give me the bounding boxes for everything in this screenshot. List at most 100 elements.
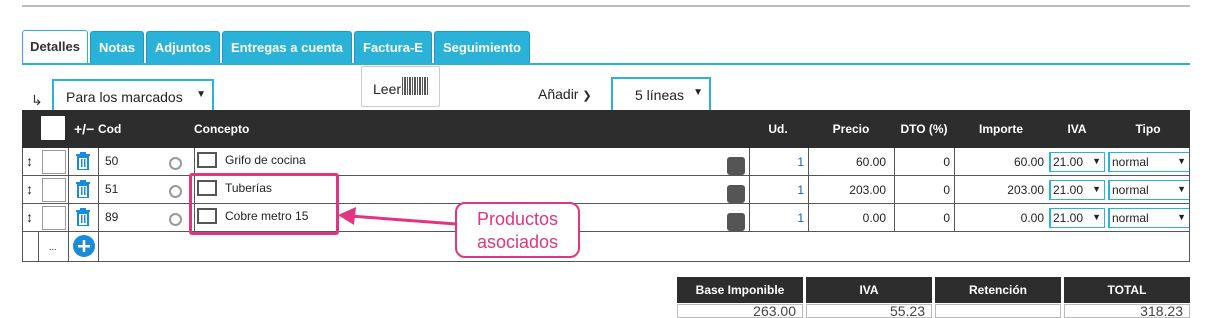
ud-value: 1 [797, 155, 804, 169]
delete-cell [68, 148, 98, 175]
cod-value: 89 [105, 210, 119, 224]
totals-base-value: 263.00 [677, 304, 803, 318]
chevron-down-icon: ▼ [1177, 184, 1186, 194]
search-icon[interactable] [727, 157, 745, 175]
tab-seguimiento[interactable]: Seguimiento [434, 31, 530, 64]
cod-value: 51 [105, 182, 119, 196]
importe-value: 0.00 [1020, 211, 1044, 225]
concepto-cell: Grifo de cocina [194, 148, 749, 175]
precio-value: 60.00 [855, 155, 886, 169]
trash-icon[interactable] [75, 152, 91, 170]
dto-cell[interactable]: 0 [894, 148, 954, 175]
associated-products-highlight [189, 173, 339, 235]
concepto-value: Grifo de cocina [225, 153, 306, 167]
table-row: ↕ 50 Grifo de cocina 1 60.00 0 60.00 21.… [22, 148, 1190, 176]
tipo-select[interactable]: normal ▼ [1108, 180, 1190, 200]
dto-value: 0 [943, 155, 950, 169]
totals-retencion-value [935, 304, 1061, 318]
precio-cell[interactable]: 60.00 [808, 148, 894, 175]
dto-value: 0 [943, 183, 950, 197]
search-icon[interactable] [727, 185, 745, 203]
ud-cell[interactable]: 1 [749, 176, 808, 203]
totals-header-base: Base Imponible [677, 277, 803, 303]
bulk-action-select[interactable]: Para los marcados ▼ [52, 79, 214, 113]
lines-value: 5 líneas [635, 87, 685, 103]
cod-cell: 89 [98, 204, 194, 231]
add-line-icon[interactable] [73, 235, 95, 257]
tab-factura-e[interactable]: Factura-E [354, 31, 432, 64]
row-checkbox[interactable] [42, 150, 66, 174]
ud-cell[interactable]: 1 [749, 148, 808, 175]
importe-value: 203.00 [1007, 183, 1044, 197]
totals-header-retencion: Retención [935, 277, 1061, 303]
drag-handle-icon[interactable]: ↕ [26, 153, 33, 169]
header-tipo: Tipo [1135, 122, 1161, 136]
leer-label: Leer [373, 81, 402, 97]
table-header: +/− Cod Concepto Ud. Precio DTO (%) Impo… [22, 110, 1190, 148]
delete-cell [68, 204, 98, 231]
precio-value: 203.00 [849, 183, 886, 197]
chevron-down-icon: ❯ [582, 90, 592, 102]
dto-cell[interactable]: 0 [894, 204, 954, 231]
tab-detalles[interactable]: Detalles [22, 30, 88, 65]
zoom-icon[interactable] [169, 213, 182, 226]
table-right-border [1189, 148, 1190, 261]
delete-cell [68, 176, 98, 203]
product-grid-icon[interactable] [197, 152, 217, 168]
drag-handle-icon[interactable]: ↕ [26, 209, 33, 225]
tab-entregas-a-cuenta[interactable]: Entregas a cuenta [222, 31, 352, 64]
callout-arrow-icon [338, 207, 457, 226]
tipo-value: normal [1112, 183, 1149, 197]
row-checkbox[interactable] [42, 206, 66, 230]
chevron-down-icon: ▼ [1092, 212, 1101, 222]
lines-select[interactable]: 5 líneas ▼ [611, 77, 711, 111]
iva-value: 21.00 [1053, 211, 1084, 225]
header-concepto: Concepto [194, 122, 250, 136]
leer-barcode-button[interactable]: Leer [361, 66, 440, 107]
chevron-down-icon: ▼ [196, 89, 206, 100]
chevron-down-icon: ▼ [693, 87, 703, 98]
callout-line1: Productos [476, 209, 559, 229]
importe-cell[interactable]: 203.00 [954, 176, 1048, 203]
row-checkbox[interactable] [42, 178, 66, 202]
totals-total-value: 318.23 [1064, 304, 1190, 318]
search-icon[interactable] [727, 213, 745, 231]
table-left-border [22, 148, 23, 261]
cod-cell: 51 [98, 176, 194, 203]
tab-adjuntos[interactable]: Adjuntos [146, 31, 220, 64]
add-row: ... [22, 232, 1190, 262]
top-divider [22, 5, 1190, 7]
anadir-dropdown[interactable]: Añadir ❯ [538, 86, 592, 102]
iva-select[interactable]: 21.00 ▼ [1049, 208, 1105, 228]
totals-header-iva: IVA [806, 277, 932, 303]
precio-cell[interactable]: 203.00 [808, 176, 894, 203]
trash-icon[interactable] [75, 180, 91, 198]
chevron-down-icon: ▼ [1092, 156, 1101, 166]
dto-cell[interactable]: 0 [894, 176, 954, 203]
iva-select[interactable]: 21.00 ▼ [1049, 180, 1105, 200]
precio-cell[interactable]: 0.00 [808, 204, 894, 231]
ud-cell[interactable]: 1 [749, 204, 808, 231]
ud-value: 1 [797, 183, 804, 197]
totals-iva-value: 55.23 [806, 304, 932, 318]
iva-value: 21.00 [1053, 183, 1084, 197]
tipo-select[interactable]: normal ▼ [1108, 152, 1190, 172]
plus-minus-icon[interactable]: +/− [74, 110, 94, 148]
empty-cell [98, 232, 1190, 261]
select-all-checkbox[interactable] [41, 116, 65, 140]
header-cod: Cod [98, 122, 122, 136]
cod-cell: 50 [98, 148, 194, 175]
tipo-select[interactable]: normal ▼ [1108, 208, 1190, 228]
importe-cell[interactable]: 0.00 [954, 204, 1048, 231]
iva-select[interactable]: 21.00 ▼ [1049, 152, 1105, 172]
importe-cell[interactable]: 60.00 [954, 148, 1048, 175]
zoom-icon[interactable] [169, 185, 182, 198]
associated-products-callout: Productos asociados [455, 202, 580, 258]
dto-value: 0 [943, 211, 950, 225]
trash-icon[interactable] [75, 208, 91, 226]
drag-handle-icon[interactable]: ↕ [26, 181, 33, 197]
chevron-down-icon: ▼ [1177, 156, 1186, 166]
header-precio: Precio [832, 122, 870, 136]
zoom-icon[interactable] [169, 157, 182, 170]
tab-notas[interactable]: Notas [90, 31, 144, 64]
